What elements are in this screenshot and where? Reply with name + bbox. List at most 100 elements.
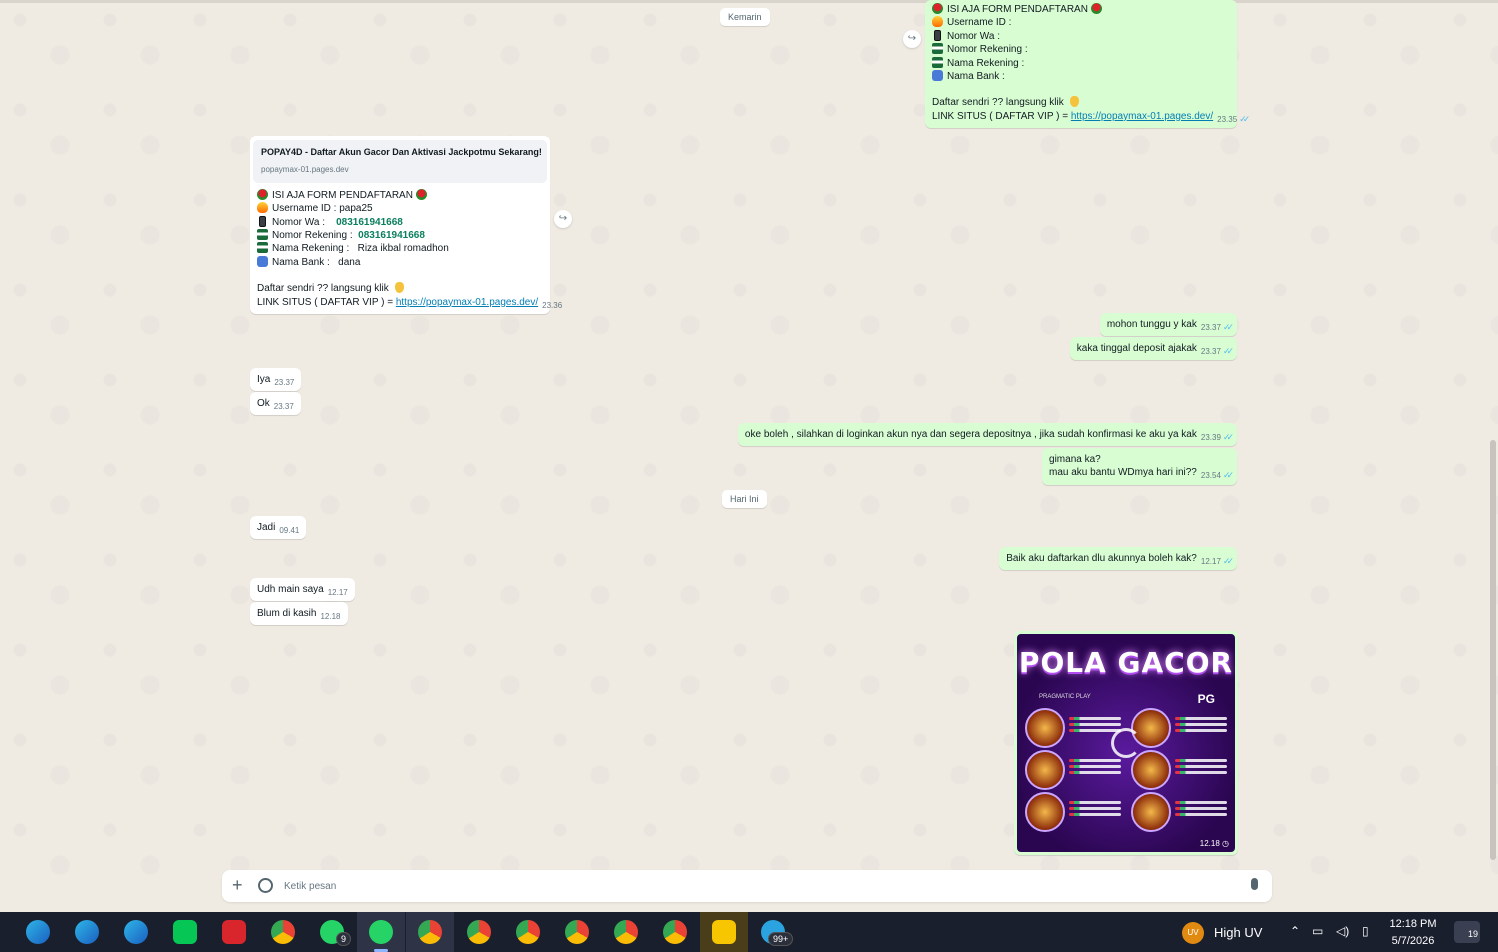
pattern-rows <box>1069 756 1121 786</box>
chrome-icon[interactable] <box>614 920 638 944</box>
chevron-up-icon[interactable]: ⌃ <box>1290 924 1300 938</box>
form-link-line: LINK SITUS ( DAFTAR VIP ) = https://popa… <box>257 296 562 310</box>
message-time: 23.54 <box>1200 471 1221 481</box>
read-ticks-icon: ✓✓ <box>1222 432 1234 442</box>
form-link[interactable]: https://popaymax-01.pages.dev/ <box>396 297 538 308</box>
template-text-6: Nama Bank : <box>947 71 1005 83</box>
image-time-text: 12.18 <box>1199 839 1220 848</box>
game-thumb-icon <box>1025 750 1065 790</box>
link-preview[interactable]: POPAY4D - Daftar Akun Gacor Dan Aktivasi… <box>253 140 547 183</box>
form-wa-value[interactable]: 083161941668 <box>336 217 403 228</box>
promo-image[interactable]: POLA GACOR PRAGMATIC PLAY PG 12.18 ◷ <box>1017 634 1235 852</box>
chrome-icon[interactable] <box>418 920 442 944</box>
message-time: 12.18 <box>320 612 341 621</box>
template-link-prefix: LINK SITUS ( DAFTAR VIP ) = <box>932 110 1071 122</box>
template-line-6: Nama Bank : <box>932 70 1230 83</box>
template-text-5: Nama Rekening : <box>947 57 1025 69</box>
form-nama-rek-value: Riza ikbal romadhon <box>357 243 449 255</box>
edge-icon[interactable] <box>75 920 99 944</box>
message-in[interactable]: Iya 23.37 <box>250 368 302 392</box>
fire-icon <box>257 202 268 214</box>
rose-icon <box>1090 3 1102 14</box>
date-divider-yesterday: Kemarin <box>720 8 770 26</box>
weather-text[interactable]: High UV <box>1214 925 1262 940</box>
chat-scrollbar[interactable] <box>1490 440 1496 860</box>
message-time: 23.37 <box>1200 323 1221 332</box>
whatsapp-icon[interactable] <box>369 920 393 944</box>
sticker-emoji-icon[interactable] <box>258 878 273 893</box>
message-time: 23.37 <box>273 402 294 411</box>
battery-icon[interactable]: ▯ <box>1362 924 1369 938</box>
edge-icon[interactable] <box>26 920 50 944</box>
chrome-icon[interactable] <box>271 920 295 944</box>
chrome-icon[interactable] <box>516 920 540 944</box>
chrome-icon[interactable] <box>467 920 491 944</box>
atm-icon <box>257 255 268 267</box>
forward-icon[interactable]: ↪ <box>903 30 921 48</box>
message-form-template[interactable]: ISI AJA FORM PENDAFTARAN Username ID : N… <box>925 0 1250 129</box>
message-out[interactable]: Baik aku daftarkan dlu akunnya boleh kak… <box>999 547 1237 571</box>
forward-icon[interactable]: ↪ <box>554 210 572 228</box>
rose-icon <box>932 3 943 14</box>
chrome-icon[interactable] <box>565 920 589 944</box>
microphone-icon[interactable] <box>1251 878 1258 890</box>
phone-icon <box>259 215 266 227</box>
message-out[interactable]: mohon tunggu y kak 23.37 ✓✓ <box>1099 313 1237 337</box>
message-text: Ok <box>257 398 270 409</box>
chat-panel: Kemarin ↪ ISI AJA FORM PENDAFTARAN Usern… <box>0 0 1498 912</box>
date-divider-today: Hari Ini <box>722 490 767 508</box>
form-rek-label: Nomor Rekening : <box>272 230 353 242</box>
message-out[interactable]: oke boleh , silahkan di loginkan akun ny… <box>737 423 1237 447</box>
game-thumb-icon <box>1131 792 1171 832</box>
message-in[interactable]: Udh main saya 12.17 <box>250 578 355 602</box>
weather-icon[interactable]: UV <box>1182 922 1204 944</box>
link-preview-title: POPAY4D - Daftar Akun Gacor Dan Aktivasi… <box>261 147 542 157</box>
chrome-icon[interactable] <box>663 920 687 944</box>
whatsapp-badge: 9 <box>336 932 352 946</box>
template-line-4: Nomor Rekening : <box>932 43 1230 56</box>
line-app-icon[interactable] <box>173 920 197 944</box>
pattern-rows <box>1175 798 1227 828</box>
network-icon[interactable]: ▭ <box>1312 924 1323 938</box>
message-time: 23.37 <box>274 378 295 387</box>
bank-icon <box>932 43 943 55</box>
edge-icon[interactable] <box>124 920 148 944</box>
message-out[interactable]: kaka tinggal deposit ajakak 23.37 ✓✓ <box>1069 337 1237 361</box>
message-time: 09.41 <box>279 526 300 535</box>
volume-icon[interactable]: ◁) <box>1336 924 1349 938</box>
template-text-2: Username ID : <box>947 17 1012 29</box>
wps-office-icon[interactable] <box>222 920 246 944</box>
template-line-5: Nama Rekening : <box>932 56 1230 70</box>
template-text-1: ISI AJA FORM PENDAFTARAN <box>947 4 1091 15</box>
message-input[interactable] <box>284 876 1224 896</box>
message-text: Baik aku daftarkan dlu akunnya boleh kak… <box>1006 553 1197 564</box>
message-out[interactable]: gimana ka? mau aku bantu WDmya hari ini?… <box>1042 448 1237 485</box>
message-time: 23.36 <box>542 300 563 310</box>
message-in[interactable]: Blum di kasih 12.18 <box>250 602 348 626</box>
attach-plus-icon[interactable]: + <box>232 875 243 896</box>
taskbar: 9 99+ UV High UV ⌃ ▭ ◁) ▯ 12:18 PM 5/7/2… <box>0 912 1498 952</box>
message-text: mohon tunggu y kak <box>1106 319 1197 330</box>
system-clock[interactable]: 12:18 PM 5/7/2026 <box>1386 916 1440 950</box>
message-in[interactable]: Ok 23.37 <box>250 392 301 416</box>
form-rek-value[interactable]: 083161941668 <box>358 230 425 241</box>
template-cta-text: Daftar sendri ?? langsung klik <box>932 97 1067 109</box>
pattern-rows <box>1175 714 1227 744</box>
template-link[interactable]: https://popaymax-01.pages.dev/ <box>1071 111 1213 122</box>
image-time: 12.18 ◷ <box>1200 839 1229 848</box>
form-nama-rek-line: Nama Rekening : Riza ikbal romadhon <box>257 242 543 255</box>
message-time: 23.37 <box>1200 347 1221 356</box>
image-message[interactable]: POLA GACOR PRAGMATIC PLAY PG 12.18 ◷ <box>1014 631 1238 855</box>
game-thumb-icon <box>1131 750 1171 790</box>
promo-brand-left: PRAGMATIC PLAY <box>1039 694 1091 700</box>
message-filled-form[interactable]: POPAY4D - Daftar Akun Gacor Dan Aktivasi… <box>250 136 562 315</box>
rose-icon <box>415 188 427 200</box>
message-text-line2: mau aku bantu WDmya hari ini?? <box>1049 467 1197 479</box>
template-link-line: LINK SITUS ( DAFTAR VIP ) = https://popa… <box>932 110 1250 124</box>
message-in[interactable]: Jadi 09.41 <box>250 516 307 540</box>
rose-icon <box>257 188 268 200</box>
notification-center-icon[interactable]: 19 <box>1454 921 1480 943</box>
form-username-value: papa25 <box>339 203 373 215</box>
form-username-label: Username ID : <box>272 203 340 215</box>
sticky-notes-icon[interactable] <box>712 920 736 944</box>
